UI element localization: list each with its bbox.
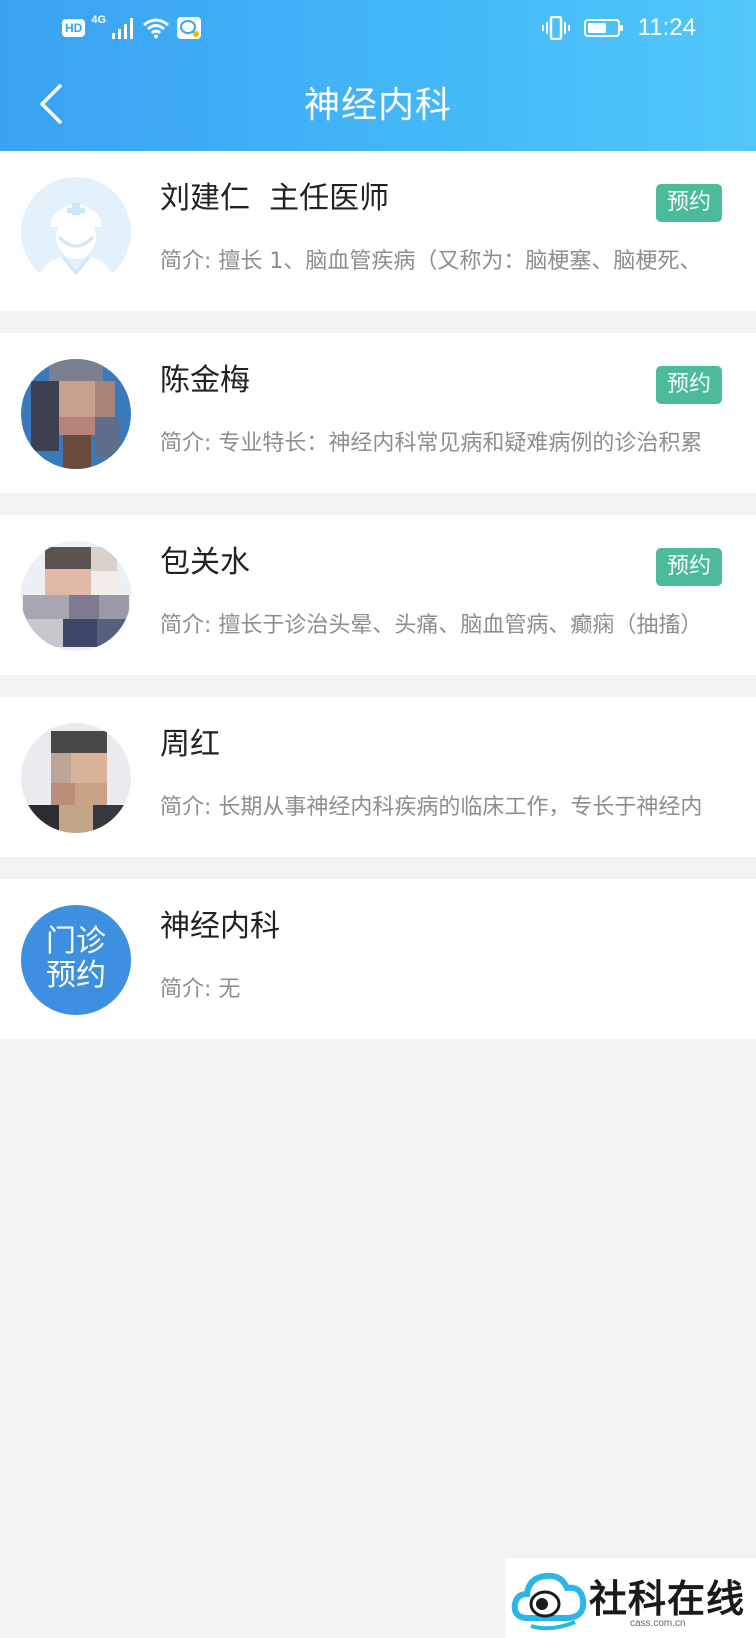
doctor-intro: 简介: 擅长 1、脑血管疾病（又称为：脑梗塞、脑梗死、 [160,249,702,274]
watermark-domain: cass.com.cn [630,1618,686,1629]
status-right: 11:24 [541,14,696,42]
app-header: HD 4G 11:24 神经内科 [0,0,756,151]
network-type: 4G [91,14,107,26]
message-notification-icon [177,17,202,39]
watermark-text: 社科在线 [589,1576,746,1621]
status-bar: HD 4G 11:24 [0,0,756,56]
book-button[interactable]: 预约 [656,548,722,586]
clinic-avatar-line2: 预约 [46,958,106,993]
doctor-intro: 简介: 长期从事神经内科疾病的临床工作，专长于神经内 [160,795,703,820]
default-doctor-avatar-icon [21,177,131,287]
doctor-card[interactable]: 包关水 预约 简介: 擅长于诊治头晕、头痛、脑血管病、癫痫（抽搐） [0,515,756,675]
doctor-avatar [21,177,131,287]
book-button[interactable]: 预约 [656,366,722,404]
wifi-icon [143,18,169,39]
page-title: 神经内科 [303,85,452,126]
cloud-eye-logo-icon [511,1572,587,1631]
doctor-avatar [21,723,131,833]
doctor-avatar [21,541,131,651]
clinic-avatar-line1: 门诊 [46,924,106,959]
battery-icon [583,19,623,37]
doctor-name: 神经内科 [160,909,280,944]
clinic-card[interactable]: 门诊 预约 神经内科 简介: 无 [0,879,756,1039]
doctor-intro: 简介: 擅长于诊治头晕、头痛、脑血管病、癫痫（抽搐） [160,613,703,638]
nav-bar: 神经内科 [0,56,756,151]
doctor-name: 周红 [160,727,220,762]
signal-icon [112,18,134,39]
doctor-card[interactable]: 陈金梅 预约 简介: 专业特长：神经内科常见病和疑难病例的诊治积累 [0,333,756,493]
status-left: HD 4G [62,14,202,42]
vibrate-icon [541,16,570,40]
doctor-name: 陈金梅 [160,363,250,398]
doctor-intro: 简介: 专业特长：神经内科常见病和疑难病例的诊治积累 [160,431,703,456]
doctor-name: 刘建仁 主任医师 [160,181,390,216]
hd-badge: HD [62,19,86,37]
doctor-avatar [21,359,131,469]
doctor-card[interactable]: 周红 简介: 长期从事神经内科疾病的临床工作，专长于神经内 [0,697,756,857]
book-button[interactable]: 预约 [656,184,722,222]
watermark-logo: 社科在线 cass.com.cn [505,1558,756,1638]
doctor-card[interactable]: 刘建仁 主任医师 预约 简介: 擅长 1、脑血管疾病（又称为：脑梗塞、脑梗死、 [0,151,756,311]
clinic-appointment-avatar: 门诊 预约 [21,905,131,1015]
doctor-name: 包关水 [160,545,250,580]
doctor-intro: 简介: 无 [160,977,241,1002]
status-time: 11:24 [637,14,696,41]
